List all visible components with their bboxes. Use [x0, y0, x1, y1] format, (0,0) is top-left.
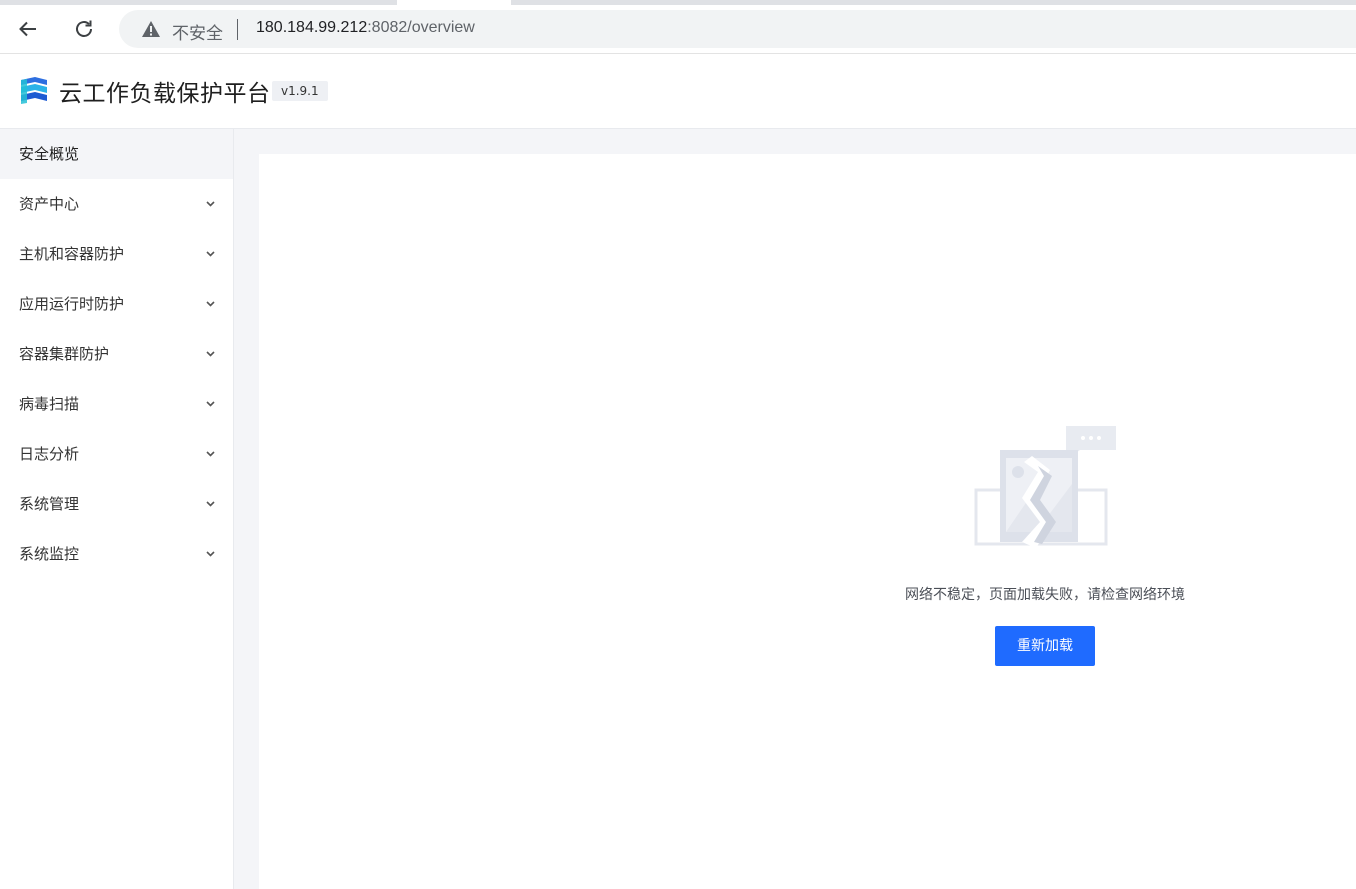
- reload-button[interactable]: 重新加载: [995, 626, 1095, 666]
- sidebar-item-label: 日志分析: [19, 445, 80, 463]
- chevron-down-icon: [206, 551, 215, 557]
- chevron-down-icon: [206, 301, 215, 307]
- sidebar-item-host-container-protection[interactable]: 主机和容器防护: [0, 229, 233, 279]
- back-arrow-icon: [19, 21, 36, 37]
- sidebar-item-label: 安全概览: [19, 145, 80, 163]
- app-header: 云工作负载保护平台 v1.9.1: [0, 54, 1356, 129]
- omnibox-divider: [237, 19, 238, 40]
- chevron-down-icon: [206, 401, 215, 407]
- browser-toolbar: 不安全 180.184.99.212:8082/overview: [0, 5, 1356, 54]
- back-button[interactable]: [12, 13, 44, 45]
- chevron-down-icon: [206, 251, 215, 257]
- sidebar-nav: 安全概览 资产中心 主机和容器防护 应用运行时防护 容器集群防护 病毒扫描 日志…: [0, 129, 234, 889]
- warning-icon[interactable]: [141, 20, 161, 38]
- address-bar[interactable]: 不安全 180.184.99.212:8082/overview: [119, 10, 1356, 48]
- sidebar-item-label: 系统管理: [19, 495, 80, 513]
- content-card: [259, 154, 1356, 889]
- sidebar-item-label: 资产中心: [19, 195, 80, 213]
- chevron-down-icon: [206, 351, 215, 357]
- url-host: 180.184.99.212: [256, 19, 368, 36]
- sidebar-item-label: 应用运行时防护: [19, 295, 125, 313]
- chevron-down-icon: [206, 451, 215, 457]
- chevron-down-icon: [206, 501, 215, 507]
- app-title: 云工作负载保护平台: [59, 81, 271, 107]
- sidebar-item-system-monitoring[interactable]: 系统监控: [0, 529, 233, 579]
- reload-icon: [76, 20, 92, 37]
- sidebar-item-runtime-protection[interactable]: 应用运行时防护: [0, 279, 233, 329]
- sidebar-item-virus-scan[interactable]: 病毒扫描: [0, 379, 233, 429]
- sidebar-item-security-overview[interactable]: 安全概览: [0, 129, 233, 179]
- sidebar-item-label: 病毒扫描: [19, 395, 80, 413]
- url-text[interactable]: 180.184.99.212:8082/overview: [256, 19, 475, 37]
- sidebar-item-label: 系统监控: [19, 545, 80, 563]
- logo-icon: [21, 77, 47, 104]
- sidebar-item-cluster-protection[interactable]: 容器集群防护: [0, 329, 233, 379]
- sidebar-item-label: 容器集群防护: [19, 345, 110, 363]
- url-path: :8082/overview: [367, 19, 475, 36]
- sidebar-item-asset-center[interactable]: 资产中心: [0, 179, 233, 229]
- version-badge: v1.9.1: [272, 81, 328, 101]
- network-error-message: 网络不稳定，页面加载失败，请检查网络环境: [905, 587, 1185, 603]
- reload-page-button[interactable]: [68, 13, 100, 45]
- sidebar-item-system-management[interactable]: 系统管理: [0, 479, 233, 529]
- sidebar-item-label: 主机和容器防护: [19, 245, 125, 263]
- security-status-label[interactable]: 不安全: [172, 19, 223, 44]
- sidebar-item-log-analysis[interactable]: 日志分析: [0, 429, 233, 479]
- chevron-down-icon: [206, 201, 215, 207]
- network-error-illustration: [974, 426, 1116, 548]
